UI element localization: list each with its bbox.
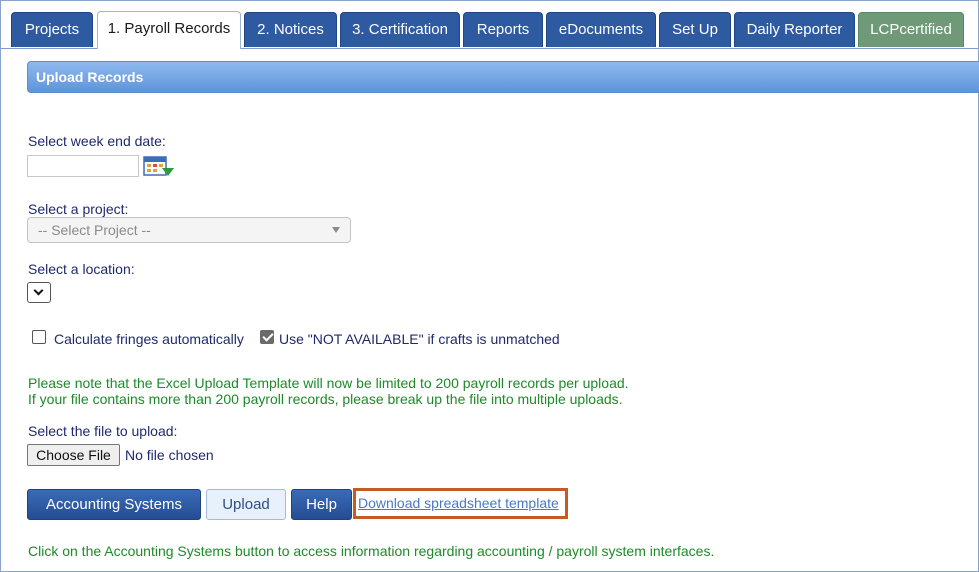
tab-lcpcertified[interactable]: LCPcertified	[858, 12, 964, 47]
tab-projects[interactable]: Projects	[11, 12, 93, 47]
choose-file-button[interactable]: Choose File	[27, 444, 120, 466]
accounting-info-note: Click on the Accounting Systems button t…	[28, 543, 715, 559]
tab-set-up[interactable]: Set Up	[659, 12, 731, 47]
file-status-text: No file chosen	[125, 447, 214, 463]
upload-limit-notice-line1: Please note that the Excel Upload Templa…	[28, 375, 629, 391]
week-end-date-input[interactable]	[27, 155, 139, 177]
calendar-picker-icon[interactable]	[143, 155, 175, 179]
project-label: Select a project:	[28, 201, 129, 217]
location-label: Select a location:	[28, 261, 135, 277]
panel-title: Upload Records	[36, 69, 144, 85]
not-available-checkbox[interactable]	[260, 330, 274, 344]
tab-notices[interactable]: 2. Notices	[244, 12, 337, 47]
upload-limit-notice-line2: If your file contains more than 200 payr…	[28, 391, 623, 407]
week-end-label: Select week end date:	[28, 133, 166, 149]
tab-payroll-records[interactable]: 1. Payroll Records	[97, 11, 241, 49]
tab-edocuments[interactable]: eDocuments	[546, 12, 656, 47]
tab-daily-reporter[interactable]: Daily Reporter	[734, 12, 855, 47]
upload-button[interactable]: Upload	[206, 489, 286, 520]
tab-certification[interactable]: 3. Certification	[340, 12, 460, 47]
project-select[interactable]: -- Select Project --	[27, 217, 351, 243]
not-available-label: Use "NOT AVAILABLE" if crafts is unmatch…	[279, 331, 560, 347]
location-select[interactable]	[27, 282, 51, 303]
help-button[interactable]: Help	[291, 489, 352, 520]
file-upload-label: Select the file to upload:	[28, 423, 178, 439]
chevron-down-icon	[332, 227, 340, 233]
accounting-systems-button[interactable]: Accounting Systems	[27, 489, 201, 520]
project-select-value: -- Select Project --	[38, 222, 151, 238]
calc-fringes-checkbox[interactable]	[32, 330, 46, 344]
panel-header: Upload Records	[27, 61, 979, 93]
app-frame: Projects 1. Payroll Records 2. Notices 3…	[0, 0, 979, 572]
tab-bar: Projects 1. Payroll Records 2. Notices 3…	[1, 1, 978, 49]
calc-fringes-label: Calculate fringes automatically	[54, 331, 244, 347]
tab-reports[interactable]: Reports	[463, 12, 543, 47]
chevron-down-icon	[33, 285, 44, 296]
download-template-link[interactable]: Download spreadsheet template	[358, 495, 559, 511]
